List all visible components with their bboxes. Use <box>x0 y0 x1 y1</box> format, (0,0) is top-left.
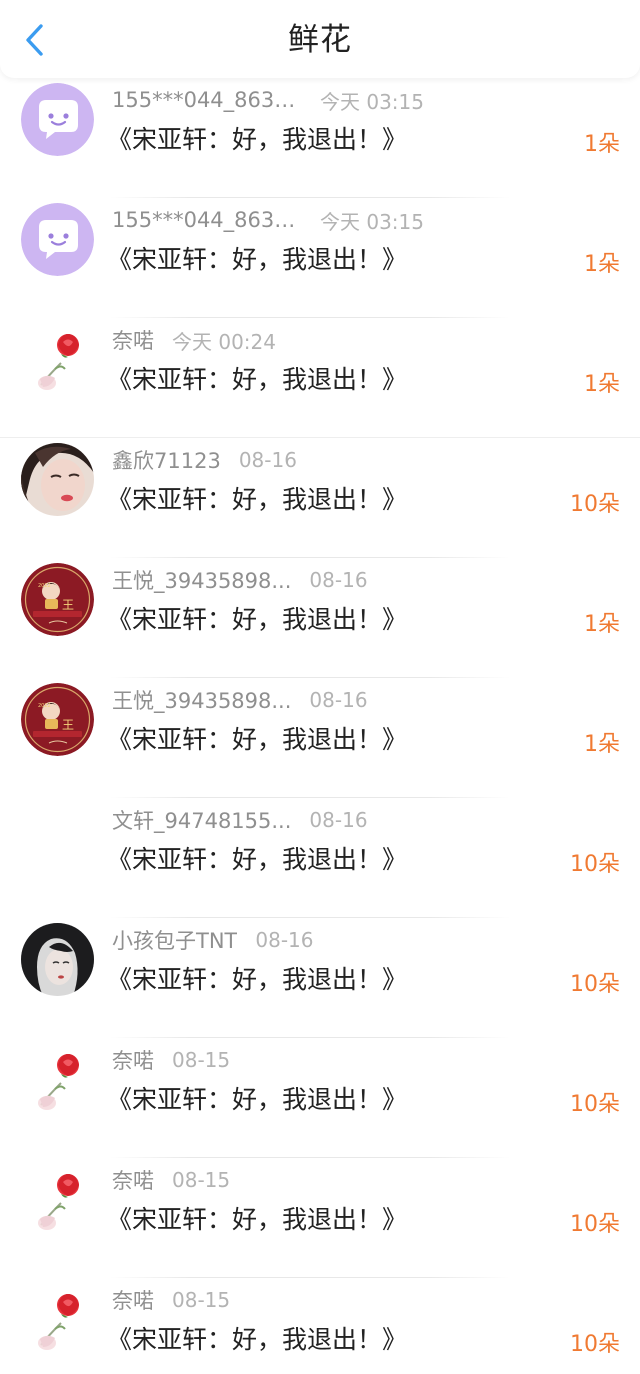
nav-header: 鲜花 <box>0 0 640 78</box>
record-time: 08-16 <box>309 568 368 592</box>
record-time: 今天 03:15 <box>320 89 424 114</box>
user-avatar[interactable] <box>21 923 94 996</box>
user-avatar[interactable] <box>21 1283 94 1356</box>
record-time: 08-15 <box>172 1288 231 1312</box>
flower-record-item[interactable]: 155***044_8638... 今天 03:15 《宋亚轩：好，我退出！》 1朵 <box>0 198 640 318</box>
book-title-link[interactable]: 《宋亚轩：好，我退出！》 <box>107 600 407 636</box>
book-title-link[interactable]: 《宋亚轩：好，我退出！》 <box>107 360 407 396</box>
flower-count: 10朵 <box>570 1212 620 1237</box>
user-avatar[interactable] <box>21 1163 94 1236</box>
record-meta: 奈喏 08-15 <box>112 1285 230 1315</box>
flower-record-item[interactable]: 奈喏 08-15 《宋亚轩：好，我退出！》 10朵 <box>0 1278 640 1374</box>
book-title-link[interactable]: 《宋亚轩：好，我退出！》 <box>107 840 407 876</box>
flower-count: 10朵 <box>570 1332 620 1357</box>
record-meta: 王悦_39435898... 08-16 <box>112 565 368 595</box>
username[interactable]: 奈喏 <box>112 325 154 355</box>
flower-count: 1朵 <box>584 612 620 637</box>
book-title-link[interactable]: 《宋亚轩：好，我退出！》 <box>107 1200 407 1236</box>
flower-record-item[interactable]: 奈喏 今天 00:24 《宋亚轩：好，我退出！》 1朵 <box>0 318 640 438</box>
book-title-link[interactable]: 《宋亚轩：好，我退出！》 <box>107 120 407 156</box>
record-time: 08-16 <box>238 448 297 472</box>
username[interactable]: 奈喏 <box>112 1045 154 1075</box>
flower-record-item[interactable]: 奈喏 08-15 《宋亚轩：好，我退出！》 10朵 <box>0 1158 640 1278</box>
record-time: 08-15 <box>172 1048 231 1072</box>
flower-record-item[interactable]: 文轩_94748155... 08-16 《宋亚轩：好，我退出！》 10朵 <box>0 798 640 918</box>
flower-count: 1朵 <box>584 252 620 277</box>
flower-count: 10朵 <box>570 852 620 877</box>
record-meta: 王悦_39435898... 08-16 <box>112 685 368 715</box>
record-meta: 155***044_8638... 今天 03:15 <box>112 85 424 115</box>
record-meta: 小孩包子TNT 08-16 <box>112 925 314 955</box>
record-meta: 奈喏 今天 00:24 <box>112 325 276 355</box>
flower-record-item[interactable]: 奈喏 08-15 《宋亚轩：好，我退出！》 10朵 <box>0 1038 640 1158</box>
record-time: 08-16 <box>309 688 368 712</box>
book-title-link[interactable]: 《宋亚轩：好，我退出！》 <box>107 960 407 996</box>
flower-count: 1朵 <box>584 132 620 157</box>
page-title: 鲜花 <box>288 22 352 58</box>
flower-count: 1朵 <box>584 372 620 397</box>
flower-count: 10朵 <box>570 1092 620 1117</box>
svg-text:王: 王 <box>62 718 74 732</box>
record-meta: 奈喏 08-15 <box>112 1045 230 1075</box>
record-time: 08-16 <box>255 928 314 952</box>
record-time: 08-16 <box>309 808 368 832</box>
username[interactable]: 王悦_39435898... <box>112 685 291 715</box>
flower-record-item[interactable]: 王 2022 王悦_39435898... 08-16 《宋亚轩：好，我退出！》 1朵 <box>0 558 640 678</box>
user-avatar[interactable] <box>21 803 94 876</box>
flower-record-list[interactable]: 155***044_8638... 今天 03:15 《宋亚轩：好，我退出！》 1朵 … <box>0 78 640 1374</box>
username[interactable]: 155***044_8638... <box>112 208 302 232</box>
username[interactable]: 文轩_94748155... <box>112 805 291 835</box>
username[interactable]: 小孩包子TNT <box>112 925 237 955</box>
user-avatar[interactable]: 王 2022 <box>21 563 94 636</box>
flower-record-item[interactable]: 鑫欣71123 08-16 《宋亚轩：好，我退出！》 10朵 <box>0 438 640 558</box>
record-meta: 鑫欣71123 08-16 <box>112 445 297 475</box>
username[interactable]: 155***044_8638... <box>112 88 302 112</box>
record-meta: 奈喏 08-15 <box>112 1165 230 1195</box>
book-title-link[interactable]: 《宋亚轩：好，我退出！》 <box>107 720 407 756</box>
user-avatar[interactable] <box>21 443 94 516</box>
user-avatar[interactable] <box>21 323 94 396</box>
book-title-link[interactable]: 《宋亚轩：好，我退出！》 <box>107 1320 407 1356</box>
user-avatar[interactable] <box>21 1043 94 1116</box>
book-title-link[interactable]: 《宋亚轩：好，我退出！》 <box>107 480 407 516</box>
record-meta: 文轩_94748155... 08-16 <box>112 805 368 835</box>
svg-text:2022: 2022 <box>38 703 51 709</box>
book-title-link[interactable]: 《宋亚轩：好，我退出！》 <box>107 1080 407 1116</box>
svg-text:2022: 2022 <box>38 583 51 589</box>
record-time: 今天 03:15 <box>320 209 424 234</box>
user-avatar[interactable] <box>21 83 94 156</box>
book-title-link[interactable]: 《宋亚轩：好，我退出！》 <box>107 240 407 276</box>
user-avatar[interactable]: 王 2022 <box>21 683 94 756</box>
flower-record-item[interactable]: 155***044_8638... 今天 03:15 《宋亚轩：好，我退出！》 1朵 <box>0 78 640 198</box>
username[interactable]: 王悦_39435898... <box>112 565 291 595</box>
username[interactable]: 奈喏 <box>112 1165 154 1195</box>
record-time: 今天 00:24 <box>172 329 276 354</box>
flower-record-item[interactable]: 王 2022 王悦_39435898... 08-16 《宋亚轩：好，我退出！》 1朵 <box>0 678 640 798</box>
flower-record-item[interactable]: 小孩包子TNT 08-16 《宋亚轩：好，我退出！》 10朵 <box>0 918 640 1038</box>
flower-count: 1朵 <box>584 732 620 757</box>
user-avatar[interactable] <box>21 203 94 276</box>
flower-count: 10朵 <box>570 492 620 517</box>
flower-records-page: 鲜花 155***044_8638... 今天 03:15 《宋亚轩：好，我退出！》… <box>0 0 640 1374</box>
flower-count: 10朵 <box>570 972 620 997</box>
username[interactable]: 鑫欣71123 <box>112 445 221 475</box>
record-meta: 155***044_8638... 今天 03:15 <box>112 205 424 235</box>
svg-text:王: 王 <box>62 598 74 612</box>
username[interactable]: 奈喏 <box>112 1285 154 1315</box>
record-time: 08-15 <box>172 1168 231 1192</box>
